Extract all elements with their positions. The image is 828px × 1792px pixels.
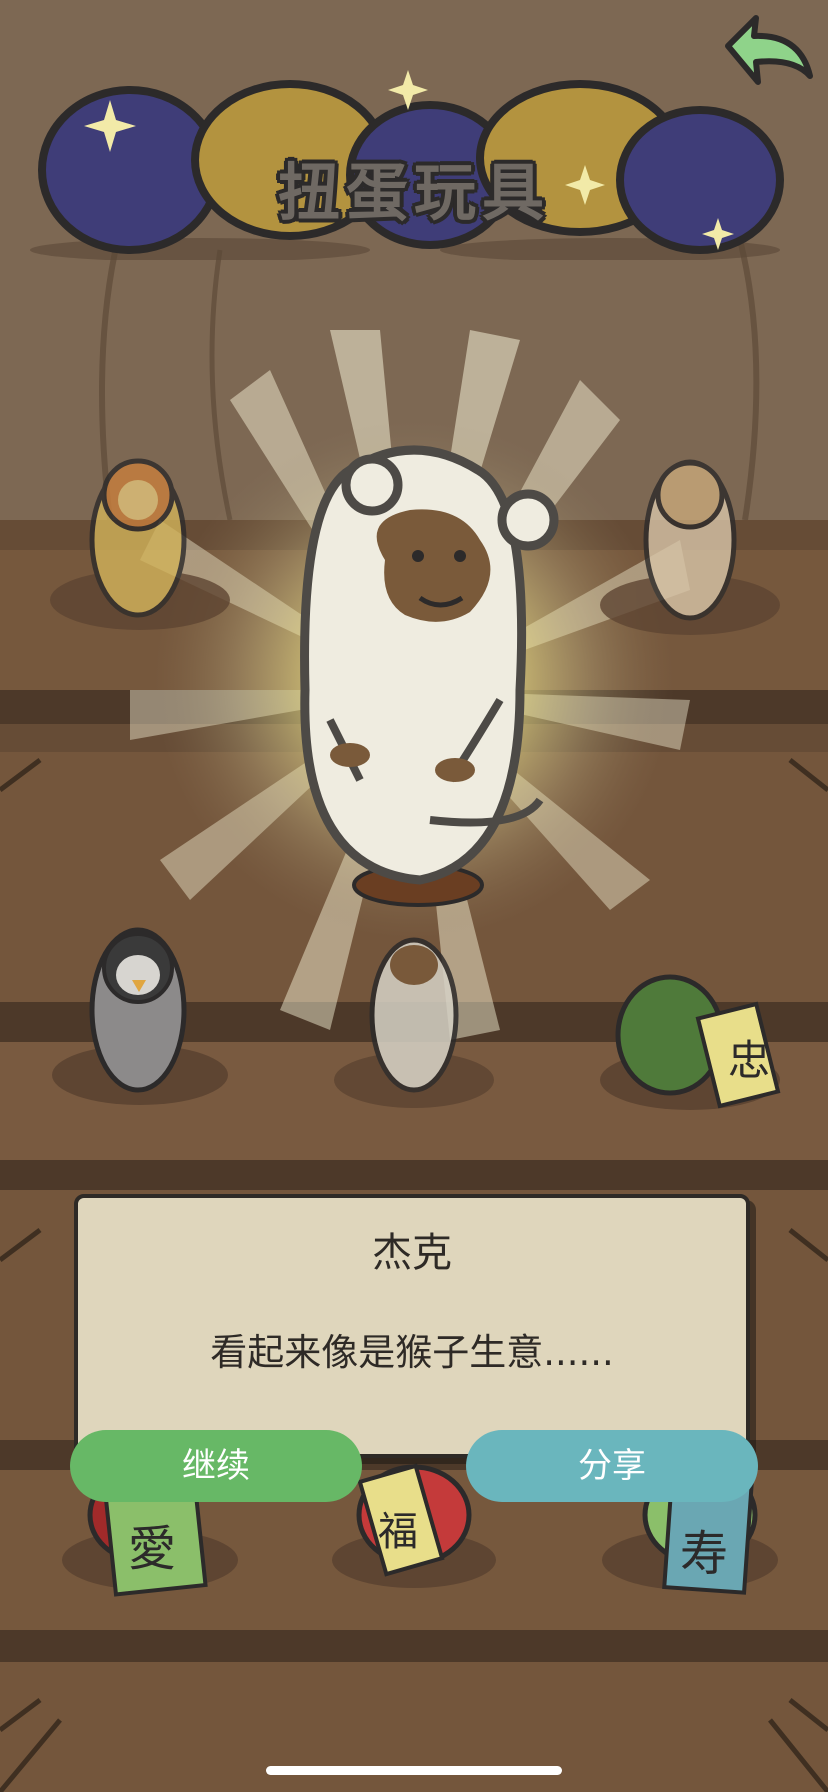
featured-toy-illustration	[300, 445, 559, 907]
share-button[interactable]: 分享	[466, 1430, 758, 1502]
continue-button[interactable]: 继续	[70, 1430, 362, 1502]
toy-description: 看起来像是猴子生意......	[210, 1331, 614, 1374]
toy-info-dialog: 杰克 看起来像是猴子生意......	[74, 1194, 750, 1458]
game-screen: 扭蛋玩具 忠 愛 福 寿 杰克 看起来像是猴子生意...... 继续 分享	[0, 0, 828, 1792]
home-indicator[interactable]	[266, 1766, 562, 1775]
toy-name: 杰克	[372, 1230, 452, 1276]
